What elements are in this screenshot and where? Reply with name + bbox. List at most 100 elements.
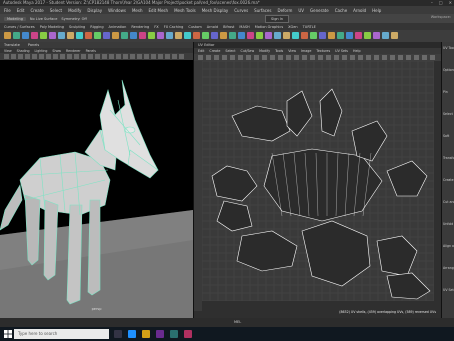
shelf-tool-icon[interactable]: [310, 32, 317, 39]
edge-icon[interactable]: [128, 330, 136, 338]
toolkit-section-transform[interactable]: Transform: [443, 156, 454, 160]
menu-create[interactable]: Create: [30, 8, 43, 13]
toolbar-icon[interactable]: [179, 54, 184, 59]
shelf-tool-icon[interactable]: [247, 32, 254, 39]
toolkit-section-select[interactable]: Select: [443, 112, 453, 116]
shelf-tab-rigging[interactable]: Rigging: [90, 25, 103, 29]
toolbar-icon[interactable]: [18, 54, 23, 59]
file-explorer-icon[interactable]: [142, 330, 150, 338]
shelf-tool-icon[interactable]: [31, 32, 38, 39]
menu-deform[interactable]: Deform: [277, 8, 292, 13]
toolkit-section-create[interactable]: Create: [443, 178, 454, 182]
shelf-tab-poly-modeling[interactable]: Poly Modeling: [40, 25, 64, 29]
uv-menu-textures[interactable]: Textures: [316, 49, 330, 53]
shelf-tool-icon[interactable]: [157, 32, 164, 39]
shelf-tab-fx-caching[interactable]: FX Caching: [164, 25, 184, 29]
shelf-tool-icon[interactable]: [283, 32, 290, 39]
shelf-tool-icon[interactable]: [391, 32, 398, 39]
toolbar-icon[interactable]: [123, 54, 128, 59]
toolbar-icon[interactable]: [74, 54, 79, 59]
uv-menu-cut-sew[interactable]: Cut/Sew: [241, 49, 255, 53]
shelf-tool-icon[interactable]: [67, 32, 74, 39]
shelf-tool-icon[interactable]: [274, 32, 281, 39]
viewport-menu-view[interactable]: View: [4, 49, 12, 53]
toolbar-icon[interactable]: [25, 54, 30, 59]
uv-menu-image[interactable]: Image: [301, 49, 311, 53]
toolbar-icon[interactable]: [262, 55, 267, 60]
toolkit-section-arrange-and-layout[interactable]: Arrange and Layout: [443, 266, 454, 270]
shelf-tool-icon[interactable]: [373, 32, 380, 39]
shelf-tab-rendering[interactable]: Rendering: [131, 25, 149, 29]
shelf-tool-icon[interactable]: [211, 32, 218, 39]
command-line[interactable]: MEL: [0, 318, 454, 327]
toolbar-icon[interactable]: [165, 54, 170, 59]
tab-panels[interactable]: Panels: [28, 43, 39, 47]
toolbar-icon[interactable]: [422, 55, 427, 60]
shelf-tool-icon[interactable]: [328, 32, 335, 39]
toolbar-icon[interactable]: [53, 54, 58, 59]
toolbar-icon[interactable]: [60, 54, 65, 59]
toolbar-icon[interactable]: [334, 55, 339, 60]
toolbar-icon[interactable]: [302, 55, 307, 60]
uv-menu-select[interactable]: Select: [225, 49, 235, 53]
shelf-tool-icon[interactable]: [166, 32, 173, 39]
toolbar-icon[interactable]: [206, 55, 211, 60]
toolbar-icon[interactable]: [406, 55, 411, 60]
toolbar-icon[interactable]: [130, 54, 135, 59]
live-surface-label[interactable]: No Live Surface: [30, 17, 57, 21]
shelf-tool-icon[interactable]: [220, 32, 227, 39]
toolbar-icon[interactable]: [342, 55, 347, 60]
shelf-tool-icon[interactable]: [193, 32, 200, 39]
toolbar-icon[interactable]: [39, 54, 44, 59]
shelf-tool-icon[interactable]: [364, 32, 371, 39]
toolkit-section-uv-sets[interactable]: UV Sets: [443, 288, 454, 292]
shelf-tool-icon[interactable]: [85, 32, 92, 39]
toolbar-icon[interactable]: [32, 54, 37, 59]
viewport-menu-shading[interactable]: Shading: [17, 49, 30, 53]
uv-menu-tools[interactable]: Tools: [275, 49, 283, 53]
shelf-tab-bifrost[interactable]: Bifrost: [223, 25, 234, 29]
shelf-tab-mash[interactable]: MASH: [239, 25, 249, 29]
toolkit-section-align-and-snap[interactable]: Align and Snap: [443, 244, 454, 248]
shelf-tool-icon[interactable]: [76, 32, 83, 39]
shelf-tool-icon[interactable]: [355, 32, 362, 39]
menu-edit[interactable]: Edit: [17, 8, 25, 13]
toolbar-icon[interactable]: [310, 55, 315, 60]
shelf-tool-icon[interactable]: [58, 32, 65, 39]
toolbar-icon[interactable]: [326, 55, 331, 60]
toolbar-icon[interactable]: [382, 55, 387, 60]
uv-menu-help[interactable]: Help: [353, 49, 361, 53]
menu-curves[interactable]: Curves: [234, 8, 248, 13]
toolbar-icon[interactable]: [102, 54, 107, 59]
menu-generate[interactable]: Generate: [310, 8, 329, 13]
toolbar-icon[interactable]: [109, 54, 114, 59]
shelf-tool-icon[interactable]: [148, 32, 155, 39]
toolbar-icon[interactable]: [88, 54, 93, 59]
menu-mesh[interactable]: Mesh: [132, 8, 143, 13]
maya-icon[interactable]: [170, 330, 178, 338]
perspective-viewport[interactable]: Translate Panels View Shading Lighting Show…: [0, 42, 193, 318]
toolbar-icon[interactable]: [222, 55, 227, 60]
toolbar-icon[interactable]: [116, 54, 121, 59]
shelf-tool-icon[interactable]: [103, 32, 110, 39]
sign-in-button[interactable]: Sign In: [265, 15, 289, 23]
task-view-icon[interactable]: [114, 330, 122, 338]
menu-edit-mesh[interactable]: Edit Mesh: [149, 8, 169, 13]
viewport-menu-lighting[interactable]: Lighting: [35, 49, 48, 53]
toolbar-icon[interactable]: [95, 54, 100, 59]
shelf-tool-icon[interactable]: [346, 32, 353, 39]
toolbar-icon[interactable]: [230, 55, 235, 60]
toolbar-icon[interactable]: [254, 55, 259, 60]
shelf-tool-icon[interactable]: [121, 32, 128, 39]
toolkit-section-soft[interactable]: Soft: [443, 134, 449, 138]
shelf-tool-icon[interactable]: [112, 32, 119, 39]
menu-mesh-display[interactable]: Mesh Display: [202, 8, 229, 13]
toolbar-icon[interactable]: [238, 55, 243, 60]
shelf-tool-icon[interactable]: [130, 32, 137, 39]
shelf-tab-arnold[interactable]: Arnold: [207, 25, 218, 29]
mode-selector[interactable]: Modeling: [4, 16, 26, 21]
toolbar-icon[interactable]: [11, 54, 16, 59]
uv-menu-view[interactable]: View: [288, 49, 296, 53]
shelf-tool-icon[interactable]: [382, 32, 389, 39]
menu-mesh-tools[interactable]: Mesh Tools: [174, 8, 196, 13]
